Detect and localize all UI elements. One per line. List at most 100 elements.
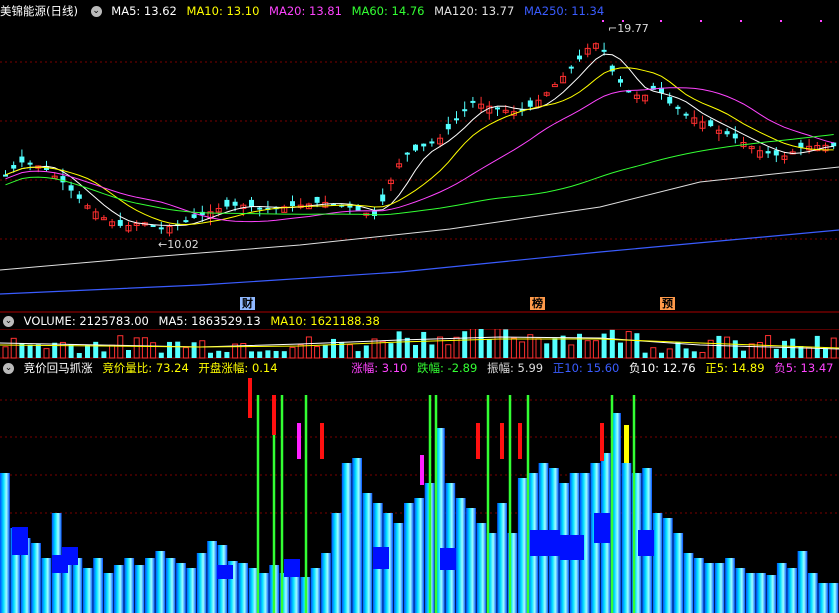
ind-pos10: 正10: 15.60 [552,361,620,375]
volume-bar [101,351,107,358]
candle-body [3,174,8,177]
volume-bar [396,331,402,358]
signal-dot [820,20,822,22]
indicator-bar [683,553,694,613]
indicator-name[interactable]: 竞价回马抓涨 [24,361,93,375]
volume-bar [133,337,140,359]
candle-body [68,185,74,191]
volume-bar [741,350,746,358]
indicator-chart[interactable] [0,375,839,613]
volume-bar [404,337,410,358]
candle-body [568,66,574,69]
indicator-bar [828,583,839,613]
volume-bar [43,348,50,359]
volume-bar [469,329,476,359]
volume-bar [93,341,99,358]
volume-chart[interactable] [0,329,839,359]
indicator-bar [735,568,746,613]
volume-bar [486,339,492,358]
event-tag-finance[interactable]: 财 [240,297,255,310]
candle-body [11,165,17,169]
indicator-bar [652,513,663,613]
indicator-bar [404,503,414,613]
indicator-bar [155,551,166,613]
indicator-bar [621,463,632,613]
indicator-bar [41,558,52,613]
candle-body [445,123,451,130]
volume-bar [437,336,444,359]
indicator-bar [455,498,466,613]
signal-block [217,565,233,579]
candle-body [249,199,254,207]
volume-bar [379,340,386,359]
candle-body [404,152,410,155]
signal-block [284,559,300,577]
candle-body [462,109,468,112]
ind-auction-ratio: 竞价量比: 73.24 [102,361,189,375]
candle-body [675,106,681,109]
volume-bar [535,338,542,359]
volume-bar [699,351,706,359]
volume-bar [208,352,213,358]
volume-bar [314,346,321,359]
candle-body [224,199,230,207]
signal-dot [740,20,742,22]
volume-panel-header: ⌄ VOLUME: 2125783.00 MA5: 1863529.13 MA1… [0,314,386,330]
candlestick-chart[interactable]: ⌐19.77 ←10.02 [0,17,839,313]
signal-block [373,547,389,569]
ma10-label: MA10: 13.10 [186,4,260,18]
candle-body [454,118,459,121]
candle-body [551,84,558,88]
volume-bar [182,347,189,359]
volume-bar [126,349,131,358]
ma-line [5,134,834,216]
indicator-bar [776,563,787,613]
ind-neg5: 负5: 13.47 [774,361,834,375]
volume-toggle-icon[interactable]: ⌄ [3,316,14,327]
red-marker [476,423,480,459]
indicator-bar [72,558,83,613]
signal-dot [602,20,604,22]
stock-title[interactable]: 美锦能源(日线) [0,4,78,18]
volume-bar [216,350,222,358]
volume-bar [224,351,230,358]
volume-bar [601,333,607,358]
volume-bar [544,343,550,358]
candle-body [429,141,435,144]
candle-body [150,225,156,228]
candle-body [232,201,238,206]
indicator-bar [756,573,766,613]
volume-bar [76,352,82,358]
volume-bar [716,335,722,358]
volume-bar [281,351,287,358]
candle-body [667,96,673,104]
volume-bar [265,350,271,358]
ind-open-change: 开盘涨幅: 0.14 [198,361,278,375]
volume-bar [478,329,484,358]
candle-body [683,113,689,116]
signal-block [62,547,78,565]
indicator-toggle-icon[interactable]: ⌄ [3,363,14,374]
indicator-panel-header: ⌄ 竞价回马抓涨 竞价量比: 73.24 开盘涨幅: 0.14 涨幅: 3.10… [0,360,839,376]
magenta-marker [297,423,301,459]
event-tag-forecast[interactable]: 预 [660,297,675,310]
red-marker [272,395,276,435]
candle-body [380,194,386,202]
signal-dot [780,20,782,22]
volume-bar [659,352,664,358]
volume-bar [806,346,813,359]
candle-body [413,144,418,151]
indicator-bar [82,568,93,613]
indicator-bar [497,503,507,613]
event-tag-rank[interactable]: 榜 [530,297,545,310]
volume-bar [650,347,657,359]
candle-body [27,162,33,165]
indicator-bar [310,568,321,613]
ind-neg10: 负10: 12.76 [629,361,696,375]
signal-block [638,530,654,556]
indicator-bar [145,558,155,613]
indicator-bar [196,553,207,613]
indicator-bar [818,583,829,613]
settings-toggle-icon[interactable]: ⌄ [90,6,102,17]
indicator-bar [165,558,176,613]
